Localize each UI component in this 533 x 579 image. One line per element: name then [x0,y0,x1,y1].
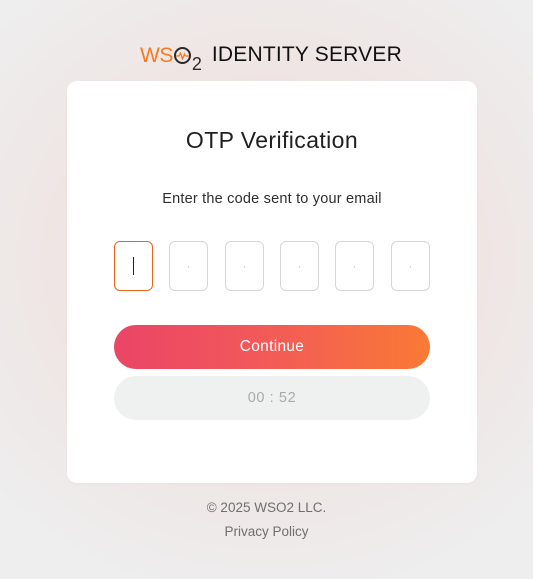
otp-digit-1[interactable] [114,241,153,291]
otp-digit-5[interactable]: · [335,241,374,291]
wso2-logo-icon: WS 2 [140,43,202,73]
logo-pulse-icon [173,46,191,64]
otp-digit-2[interactable]: · [169,241,208,291]
logo-suffix: 2 [191,53,202,74]
page-title: OTP Verification [185,127,359,153]
otp-input-group: · · · · · [114,241,430,291]
brand-header: WS 2 IDENTITY SERVER [140,40,404,73]
privacy-policy-link[interactable]: Privacy Policy [224,524,308,539]
otp-digit-6[interactable]: · [391,241,430,291]
otp-digit-4[interactable]: · [280,241,319,291]
product-name: IDENTITY SERVER [211,43,402,66]
logo-prefix: WS [140,43,173,67]
copyright-text: © 2025 WSO2 LLC. [206,500,327,515]
text-caret [132,257,135,275]
instruction-text: Enter the code sent to your email [162,191,382,207]
continue-button[interactable]: Continue [114,325,430,369]
resend-timer-button: 00 : 52 [114,376,430,420]
otp-digit-3[interactable]: · [225,241,264,291]
otp-card: OTP Verification Enter the code sent to … [67,81,477,483]
footer: © 2025 WSO2 LLC. Privacy Policy [0,496,533,544]
